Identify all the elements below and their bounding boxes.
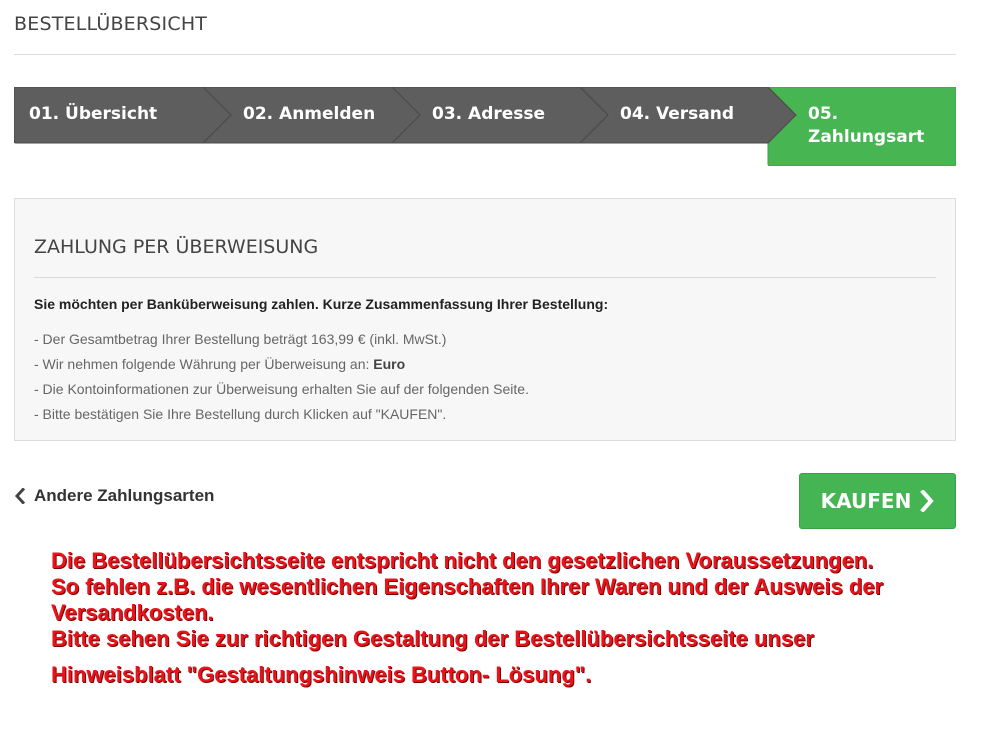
buy-button-label: KAUFEN	[820, 489, 912, 513]
page-title: BESTELLÜBERSICHT	[14, 13, 208, 35]
step-login[interactable]: 02. Anmelden	[243, 103, 375, 126]
annotation-line: Versandkosten.	[51, 600, 214, 625]
summary-account-info: - Die Kontoinformationen zur Überweisung…	[34, 381, 529, 397]
annotation-line: So fehlen z.B. die wesentlichen Eigensch…	[51, 574, 884, 599]
chevron-left-icon	[14, 488, 26, 504]
title-divider	[14, 54, 956, 55]
other-payment-methods-link[interactable]: Andere Zahlungsarten	[14, 486, 214, 506]
chevron-right-icon	[920, 490, 935, 512]
panel-title: ZAHLUNG PER ÜBERWEISUNG	[34, 236, 319, 258]
annotation-line: Hinweisblatt "Gestaltungshinweis Button-…	[51, 662, 592, 687]
step-payment-number: 05.	[808, 104, 839, 124]
step-overview[interactable]: 01. Übersicht	[29, 103, 157, 126]
summary-currency-value: Euro	[373, 356, 406, 372]
summary-currency: - Wir nehmen folgende Währung per Überwe…	[34, 354, 529, 379]
step-payment-label: Zahlungsart	[808, 127, 925, 147]
step-shipping[interactable]: 04. Versand	[620, 103, 734, 126]
panel-intro: Sie möchten per Banküberweisung zahlen. …	[34, 296, 609, 312]
step-address[interactable]: 03. Adresse	[432, 103, 545, 126]
order-summary-list: - Der Gesamtbetrag Ihrer Bestellung betr…	[34, 329, 529, 429]
annotation-line: Bitte sehen Sie zur richtigen Gestaltung…	[51, 626, 814, 651]
checkout-steps: 01. Übersicht 02. Anmelden 03. Adresse 0…	[14, 87, 956, 166]
payment-panel: ZAHLUNG PER ÜBERWEISUNG Sie möchten per …	[14, 198, 956, 441]
summary-confirm-hint: - Bitte bestätigen Sie Ihre Bestellung d…	[34, 406, 447, 422]
back-link-label: Andere Zahlungsarten	[34, 486, 215, 505]
buy-button[interactable]: KAUFEN	[799, 473, 956, 529]
summary-currency-text: - Wir nehmen folgende Währung per Überwe…	[34, 356, 374, 372]
panel-divider	[34, 277, 936, 278]
step-payment-method: 05. Zahlungsart	[808, 103, 924, 149]
annotation-line: Die Bestellübersichtsseite entspricht ni…	[51, 548, 874, 573]
review-annotation: Die Bestellübersichtsseite entspricht ni…	[51, 548, 883, 688]
summary-total: - Der Gesamtbetrag Ihrer Bestellung betr…	[34, 331, 447, 347]
